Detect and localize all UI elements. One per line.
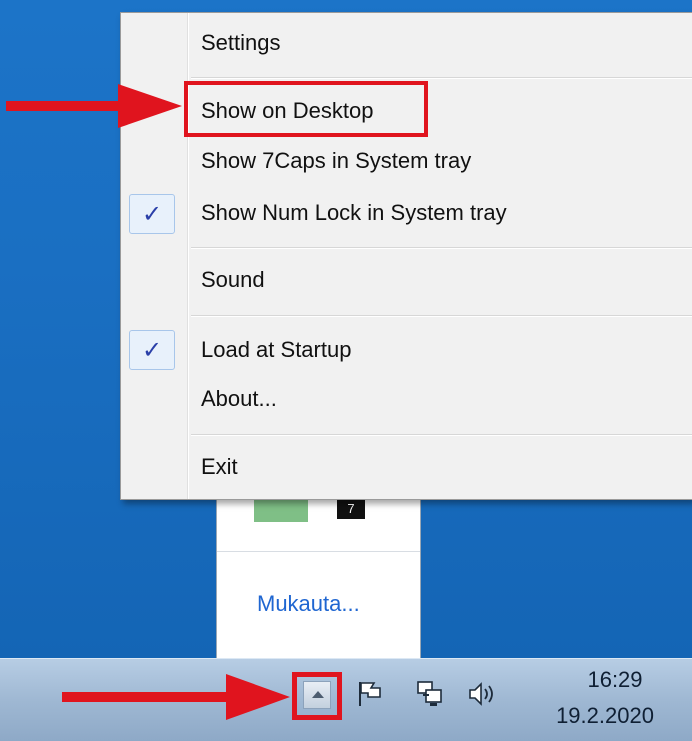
check-icon: ✓ — [129, 194, 175, 234]
clock-date[interactable]: 19.2.2020 — [540, 703, 670, 729]
annotation-arrow-icon — [6, 84, 182, 128]
menu-separator — [191, 77, 692, 79]
network-icon[interactable] — [414, 677, 446, 711]
menu-separator — [191, 434, 692, 436]
menu-item-show-num-lock-in-tray[interactable]: Show Num Lock in System tray — [201, 191, 507, 235]
annotation-arrow-icon — [62, 674, 290, 720]
menu-item-settings[interactable]: Settings — [201, 21, 281, 65]
menu-item-about[interactable]: About... — [201, 377, 277, 421]
check-icon: ✓ — [129, 330, 175, 370]
menu-item-exit[interactable]: Exit — [201, 445, 238, 489]
menu-item-show-7caps-in-tray[interactable]: Show 7Caps in System tray — [201, 139, 471, 183]
clock-time[interactable]: 16:29 — [560, 667, 670, 693]
action-center-flag-icon[interactable] — [354, 677, 386, 711]
tray-app-icon[interactable] — [254, 499, 308, 522]
menu-item-sound[interactable]: Sound — [201, 258, 265, 302]
seven-caps-tray-icon[interactable]: 7 — [337, 499, 365, 519]
menu-separator — [191, 315, 692, 317]
popup-divider — [217, 551, 420, 552]
annotation-highlight-box — [292, 672, 342, 720]
customize-link[interactable]: Mukauta... — [257, 591, 360, 617]
annotation-highlight-box — [184, 81, 428, 137]
menu-separator — [191, 247, 692, 249]
menu-item-load-at-startup[interactable]: Load at Startup — [201, 328, 351, 372]
volume-icon[interactable] — [466, 677, 498, 711]
